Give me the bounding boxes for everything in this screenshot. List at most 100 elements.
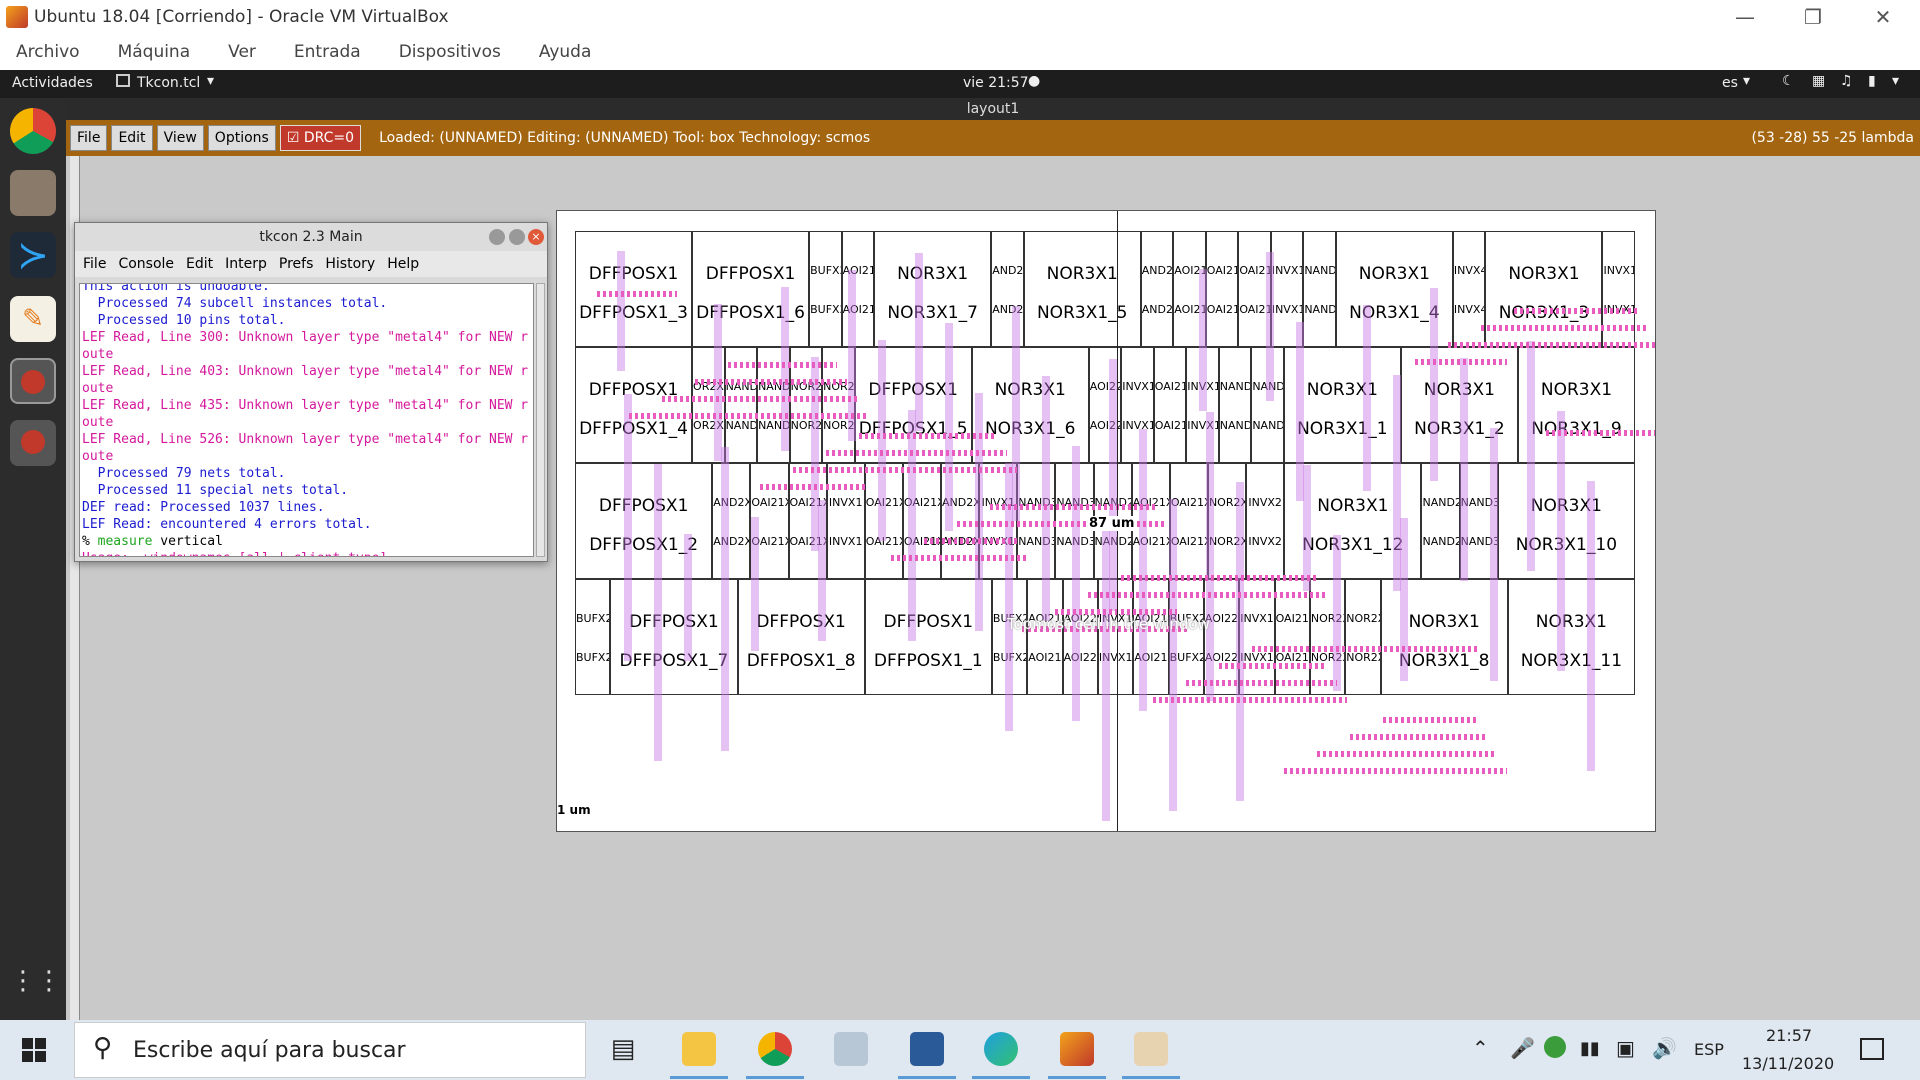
layout-cell[interactable]: NOR3X1 NOR3X1_7 <box>874 231 992 347</box>
windows-start-icon[interactable] <box>22 1038 46 1062</box>
drc-button[interactable]: ☑ DRC=0 <box>279 125 362 151</box>
tkcon-menu-interp[interactable]: Interp <box>225 256 267 272</box>
close-button[interactable]: ✕ <box>1848 0 1918 34</box>
magic-status: Loaded: (UNNAMED) Editing: (UNNAMED) Too… <box>379 130 871 146</box>
layout-cell[interactable]: DFFPOSX1 DFFPOSX1_6 <box>692 231 810 347</box>
taskbar-search-box[interactable]: ⚲ Escribe aquí para buscar <box>74 1022 586 1078</box>
tkcon-maximize-icon[interactable] <box>509 229 525 245</box>
cell-instance-label: BUFX2_3 <box>576 650 609 664</box>
layout-cell[interactable]: INVX1 INVX1 <box>1121 347 1154 463</box>
magic-view-button[interactable]: View <box>156 125 204 151</box>
metal-hatch <box>924 538 1017 544</box>
layout-view[interactable]: DFFPOSX1 DFFPOSX1_3 DFFPOSX1 DFFPOSX1_6 BUFX… <box>556 210 1656 832</box>
microphone-icon[interactable]: 🎤 <box>1510 1036 1535 1060</box>
chrome-taskbar-icon[interactable] <box>758 1032 792 1066</box>
tkcon-console[interactable]: This action is undoable. Processed 74 su… <box>79 283 534 557</box>
menu-archivo[interactable]: Archivo <box>16 42 80 62</box>
keyboard-language[interactable]: es <box>1722 75 1738 91</box>
task-view-icon[interactable]: ▤ <box>606 1032 640 1066</box>
taskbar-time[interactable]: 21:57 <box>1766 1026 1812 1045</box>
layout-cell[interactable]: AND2X2 AND2X2_ <box>1140 231 1174 347</box>
routing-wire <box>818 500 826 641</box>
layout-cell[interactable]: NOR3X1 NOR3X1_9 <box>1517 347 1635 463</box>
layout-cell[interactable]: DFFPOSX1 DFFPOSX1_3 <box>575 231 693 347</box>
input-language[interactable]: ESP <box>1694 1040 1724 1059</box>
cell-instance-label: DFFPOSX1_8 <box>746 650 856 671</box>
layout-cell[interactable]: NOR3X1 NOR3X1_11 <box>1507 579 1635 695</box>
cell-type-label: DFFPOSX1 <box>588 263 679 284</box>
layout-cell[interactable]: NOR3X1 NOR3X1_5 <box>1023 231 1141 347</box>
tkcon-menu-history[interactable]: History <box>325 256 375 272</box>
security-icon[interactable] <box>1544 1036 1566 1058</box>
routing-wire <box>1490 428 1498 681</box>
clock[interactable]: vie 21:57 <box>963 75 1029 91</box>
show-applications-icon[interactable]: ⋮⋮ <box>10 958 62 1004</box>
layout-cell[interactable]: NAND2X1 NAND2X1 <box>1303 231 1336 347</box>
cell-type-label: INVX1 <box>1603 263 1634 277</box>
layout-cell[interactable]: INVX2 INVX2 <box>1246 463 1285 579</box>
tkcon-close-icon[interactable]: × <box>528 229 544 245</box>
virtualbox-taskbar-icon[interactable] <box>910 1032 944 1066</box>
layout-cell[interactable]: INVX1 INVX1 <box>826 463 865 579</box>
magic-options-button[interactable]: Options <box>207 125 276 151</box>
routing-wire <box>1363 305 1371 491</box>
battery-icon: ▮ <box>1868 73 1876 89</box>
network-taskbar-icon[interactable]: ▣ <box>1616 1036 1635 1060</box>
tkcon-menu-edit[interactable]: Edit <box>186 256 213 272</box>
layout-cell[interactable]: AOI21X1AOI21X1 <box>841 231 875 347</box>
chrome-icon[interactable] <box>10 108 56 154</box>
files-icon[interactable] <box>10 170 56 216</box>
text-editor-icon[interactable]: ✎ <box>10 296 56 342</box>
maximize-button[interactable]: ❐ <box>1778 0 1848 34</box>
show-hidden-icons-chevron-icon[interactable]: ⌃ <box>1472 1036 1489 1060</box>
file-explorer-icon[interactable] <box>682 1032 716 1066</box>
tkcon-minimize-icon[interactable] <box>489 229 505 245</box>
layout-cell[interactable]: OAI21X1 OAI21X1 <box>1153 347 1187 463</box>
menu-entrada[interactable]: Entrada <box>294 42 361 62</box>
volume-taskbar-icon[interactable]: 🔊 <box>1652 1036 1677 1060</box>
layout-cell[interactable]: BUFX2 BUFX2_4 <box>809 231 842 347</box>
menu-maquina[interactable]: Máquina <box>118 42 191 62</box>
tkcon-menu-file[interactable]: File <box>83 256 106 272</box>
metal-hatch <box>760 484 867 490</box>
routing-wire <box>915 253 923 431</box>
layout-cell[interactable]: NAND3X1 NAND3X1 <box>1218 347 1252 463</box>
scale-bar-label: 1 um <box>557 803 591 817</box>
tkcon-menu-help[interactable]: Help <box>387 256 419 272</box>
app-menu[interactable]: Tkcon.tcl <box>137 75 200 91</box>
layout-cell[interactable]: DFFPOSX1 DFFPOSX1_4 <box>575 347 693 463</box>
layout-cell[interactable]: AND2X2 AND2X2 <box>712 463 751 579</box>
paint-icon[interactable] <box>1134 1032 1168 1066</box>
routing-wire <box>1072 446 1080 721</box>
tkcon-menu-prefs[interactable]: Prefs <box>279 256 313 272</box>
layout-cell[interactable]: NOR3X1 NOR3X1_10 <box>1497 463 1635 579</box>
magic-app-icon-2[interactable] <box>10 420 56 466</box>
menu-dispositivos[interactable]: Dispositivos <box>399 42 501 62</box>
vscode-icon[interactable]: ≻ <box>10 232 56 278</box>
magic-app-icon[interactable] <box>10 358 56 404</box>
menu-ver[interactable]: Ver <box>228 42 256 62</box>
system-menu-chevron-icon[interactable]: ▾ <box>1892 73 1899 89</box>
layout-cell[interactable]: BUFX2 BUFX2_3 <box>575 579 611 695</box>
virtualbox-active-indicator <box>898 1076 956 1079</box>
taskbar-date[interactable]: 13/11/2020 <box>1742 1054 1834 1073</box>
cell-instance-label: DFFPOSX1_4 <box>579 418 688 439</box>
minimize-button[interactable]: — <box>1710 0 1780 34</box>
tkcon-menu-console[interactable]: Console <box>118 256 174 272</box>
cell-type-label: NOR2X1 <box>1346 611 1379 625</box>
battery-taskbar-icon[interactable]: ▮▮ <box>1580 1038 1600 1059</box>
image-viewer-icon[interactable] <box>834 1032 868 1066</box>
layout-cell[interactable]: OAI21X1 OAI21X1 <box>1205 231 1239 347</box>
notifications-icon[interactable] <box>1860 1038 1884 1060</box>
magic-edit-button[interactable]: Edit <box>111 125 153 151</box>
routing-wire <box>1042 376 1050 621</box>
menu-ayuda[interactable]: Ayuda <box>539 42 592 62</box>
layout-cell[interactable]: NAND2X1 NAND2X1 <box>1421 463 1460 579</box>
layout-cell[interactable]: DFFPOSX1 DFFPOSX1_1 <box>864 579 992 695</box>
edge-icon[interactable] <box>984 1032 1018 1066</box>
layout-cell[interactable]: NOR2X1 NOR2X1_ <box>1345 579 1381 695</box>
magic-file-button[interactable]: File <box>70 125 108 151</box>
virtualbox-vm-icon[interactable] <box>1060 1032 1094 1066</box>
tkcon-scrollbar[interactable] <box>536 283 545 557</box>
activities-button[interactable]: Actividades <box>12 75 93 91</box>
